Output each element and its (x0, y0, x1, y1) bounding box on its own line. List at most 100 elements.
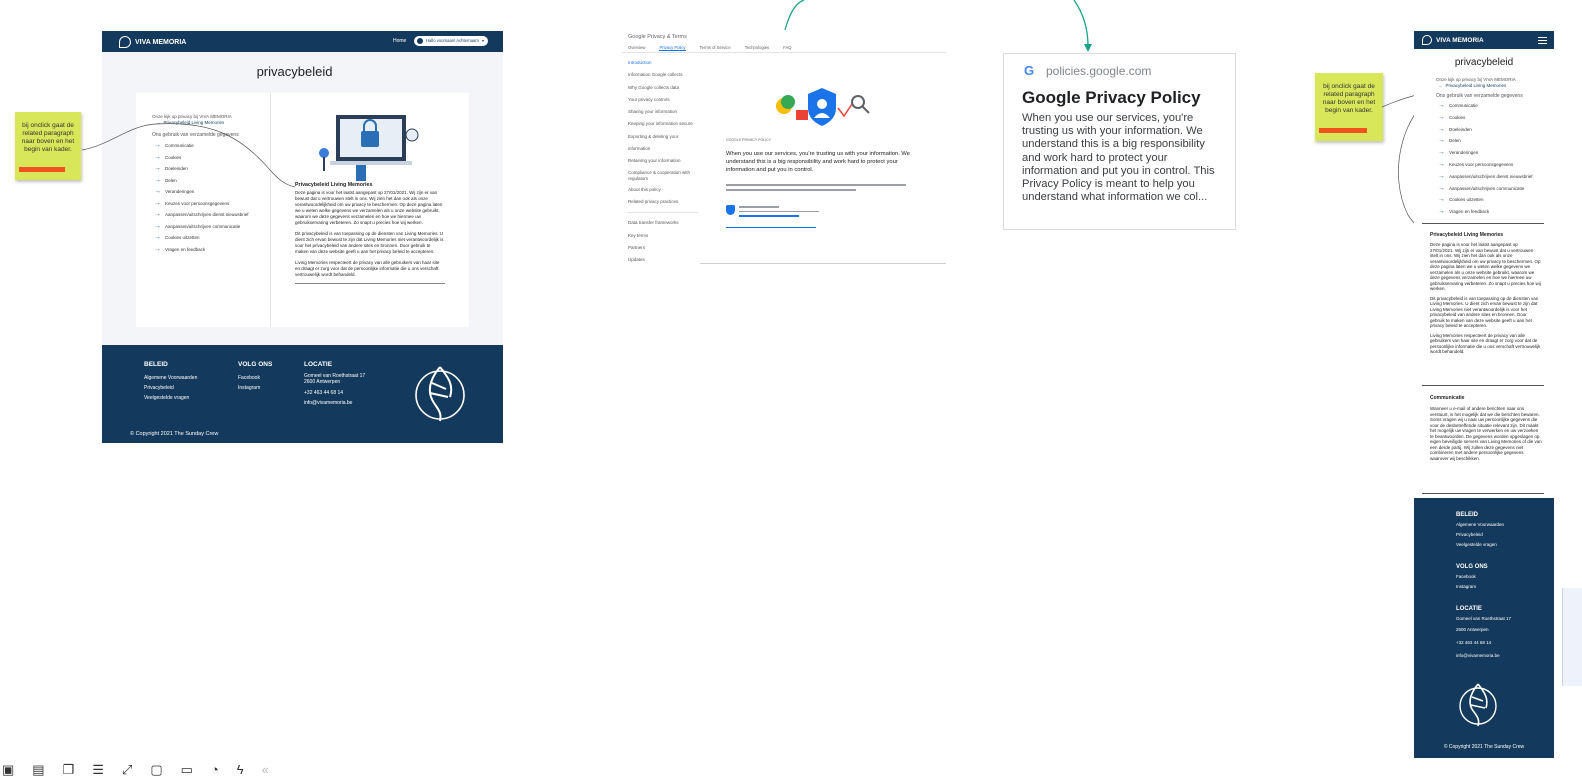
expand-icon[interactable]: ⤢ (122, 762, 132, 779)
preview-description: When you use our services, you're trusti… (1022, 112, 1215, 204)
sidenav-item[interactable]: Retaining your information (628, 155, 698, 167)
mobile-toc-active-link[interactable]: → Privacybeleid Living Memories (1438, 83, 1551, 89)
sidenav-item[interactable]: Data transfer frameworks (628, 217, 698, 229)
sidenav-item[interactable]: Your privacy controls (628, 94, 698, 106)
footer-phone[interactable]: +32 463 44 68 14 (1456, 636, 1511, 650)
footer-email[interactable]: info@vivamemoria.be (304, 398, 365, 408)
arrow-right-icon: → (154, 222, 161, 230)
sidenav-item[interactable]: Related privacy practices (628, 196, 698, 208)
footer-link[interactable]: Facebook (238, 373, 272, 383)
sticky-note-icon[interactable]: ▤ (32, 762, 44, 779)
toc-item[interactable]: → Vragen en feedback (1438, 208, 1551, 216)
arrow-right-icon: → (1438, 102, 1445, 109)
more-icon[interactable]: « (262, 762, 269, 779)
toc-item[interactable]: → Cookies uitzetten (1438, 196, 1551, 204)
footer-link[interactable]: Facebook (1456, 572, 1488, 582)
sticky-note-bar (19, 167, 65, 172)
arrow-right-icon: → (154, 245, 161, 253)
footer-beleid-heading: BELEID (144, 361, 168, 368)
sidenav-item[interactable]: Updates (628, 254, 698, 266)
mobile-paragraph-1: Deze pagina is voor het laatst aangepast… (1430, 242, 1541, 291)
toc-item[interactable]: → Keuzes voor persoonsgegevens (154, 200, 268, 207)
mobile-footer-beleid: BELEID Algemene Voorwaarden Privacybelei… (1456, 512, 1504, 550)
copy-icon[interactable]: ❐ (63, 762, 75, 779)
tab-faq[interactable]: FAQ (783, 45, 791, 51)
sidenav-item[interactable]: Why Google collects data (628, 82, 698, 94)
video-icon[interactable]: ▭ (181, 762, 193, 779)
toc-item[interactable]: → Cookies uitzetten (154, 234, 268, 241)
tab-overview[interactable]: Overview (628, 45, 645, 51)
toc-item[interactable]: → Aanpassen/uitschrijven communicatie (154, 222, 268, 230)
list-icon[interactable]: ☰ (92, 762, 104, 779)
article-divider (295, 283, 445, 284)
phoenix-logo-icon (415, 366, 465, 422)
arrow-right-icon: → (1438, 196, 1445, 204)
footer-link[interactable]: Privacybeleid (1456, 530, 1504, 540)
toc-item[interactable]: → Communicatie (1438, 102, 1551, 109)
footer-link[interactable]: Algemene Voorwaarden (1456, 520, 1504, 530)
footer-email[interactable]: info@vivamemoria.be (1456, 650, 1511, 662)
tab-technologies[interactable]: Technologies (745, 45, 769, 51)
timer-icon[interactable]: ◔ (211, 762, 219, 779)
arrow-right-icon: → (1438, 113, 1445, 121)
toc-item[interactable]: → Aanpassen/uitschrijven dienst nieuwsbri… (154, 211, 268, 218)
toc-item[interactable]: → Vragen en feedback (154, 245, 268, 253)
hamburger-menu-icon[interactable] (1538, 37, 1547, 44)
nav-home-link[interactable]: Home (393, 38, 406, 44)
google-logo[interactable]: Google Privacy & Terms (628, 34, 687, 40)
toc-item[interactable]: → Doeleinden (1438, 126, 1551, 133)
footer-link[interactable]: Privacybeleid (144, 383, 197, 393)
bottom-toolbar: ▣ ▤ ❐ ☰ ⤢ ▢ ▭ ◔ ϟ « (0, 762, 382, 779)
footer-link[interactable]: Veelgestelde vragen (1456, 540, 1504, 550)
mobile-paragraph-3: Living Memories respecteert de privacy v… (1430, 332, 1541, 355)
toc-item[interactable]: → Cookies (1438, 113, 1551, 121)
mobile-footer: BELEID Algemene Voorwaarden Privacybelei… (1414, 498, 1554, 758)
sidenav-item[interactable]: Key terms (628, 230, 698, 242)
sidenav-item[interactable]: About this policy (628, 184, 698, 196)
sidenav-item[interactable]: Information Google collects (628, 69, 698, 81)
footer-link[interactable]: Algemene Voorwaarden (144, 373, 197, 383)
sidenav-item[interactable]: Exporting & deleting your information (628, 131, 698, 156)
sidenav-item[interactable]: Partners (628, 242, 698, 254)
toc-item[interactable]: → Aanpassen/uitschrijven dienst nieuwsbri… (1438, 173, 1551, 180)
user-menu-button[interactable]: Hallo voornaam Achternaam ▾ (414, 36, 488, 46)
toc-item[interactable]: → Keuzes voor persoonsgegevens (1438, 161, 1551, 168)
phoenix-logo-icon (1459, 683, 1497, 727)
footer-phone[interactable]: +32 463 44 68 14 (304, 388, 365, 398)
link-preview-card[interactable]: G policies.google.com Google Privacy Pol… (1003, 53, 1236, 230)
mobile-logo[interactable]: VIVA MEMORIA (1422, 35, 1484, 45)
sticky-note-bar (1319, 128, 1367, 133)
toc-item[interactable]: → Veranderingen (1438, 149, 1551, 156)
sidenav-item[interactable]: Introduction (628, 57, 698, 69)
bolt-icon[interactable]: ϟ (237, 762, 244, 779)
footer-link[interactable]: Veelgestelde vragen (144, 393, 197, 403)
mobile-footer-locatie: LOCATIE Gomeel van Roethstraat 17 2600 A… (1456, 606, 1511, 662)
tab-privacy-policy[interactable]: Privacy Policy (659, 45, 686, 51)
page-bottom-divider (700, 263, 946, 264)
phoenix-icon (119, 36, 131, 48)
mobile-comm-section: Communicatie Wanneer u e-mail of andere … (1430, 395, 1542, 461)
toc-item[interactable]: → Aanpassen/uitschrijven communicatie (1438, 185, 1551, 192)
sidenav-item[interactable]: Compliance & cooperation with regulators (628, 170, 698, 182)
frame-icon[interactable]: ▣ (2, 762, 14, 779)
document-icon[interactable]: ▢ (150, 762, 162, 779)
google-sidenav: Introduction Information Google collects… (628, 57, 698, 266)
tab-terms[interactable]: Terms of Service (700, 45, 731, 51)
footer-locatie-heading: LOCATIE (1456, 606, 1482, 612)
offscreen-widget[interactable] (1562, 588, 1582, 686)
desktop-logo[interactable]: VIVA MEMORIA (119, 36, 186, 48)
footer-volg-heading: VOLG ONS (238, 361, 273, 368)
flow-connector (81, 123, 296, 188)
toc-item[interactable]: → Delen (1438, 137, 1551, 144)
mobile-section-title: Privacybeleid Living Memories (1430, 232, 1504, 238)
arrow-right-icon: → (1438, 208, 1445, 216)
policy-body-lines (726, 184, 922, 228)
footer-link[interactable]: Instagram (1456, 582, 1488, 592)
sidenav-item[interactable]: Keeping your information secure (628, 118, 698, 130)
footer-link[interactable]: Instagram (238, 383, 272, 393)
paragraph-2: Dit privacybeleid is van toepassing op d… (295, 231, 444, 254)
desktop-mockup: VIVA MEMORIA Home Hallo voornaam Achtern… (102, 31, 503, 443)
arrow-right-icon: → (1438, 83, 1443, 88)
sticky-note: bij onclick gaat de related paragraph na… (15, 112, 81, 180)
sidenav-item[interactable]: Sharing your information (628, 106, 698, 118)
